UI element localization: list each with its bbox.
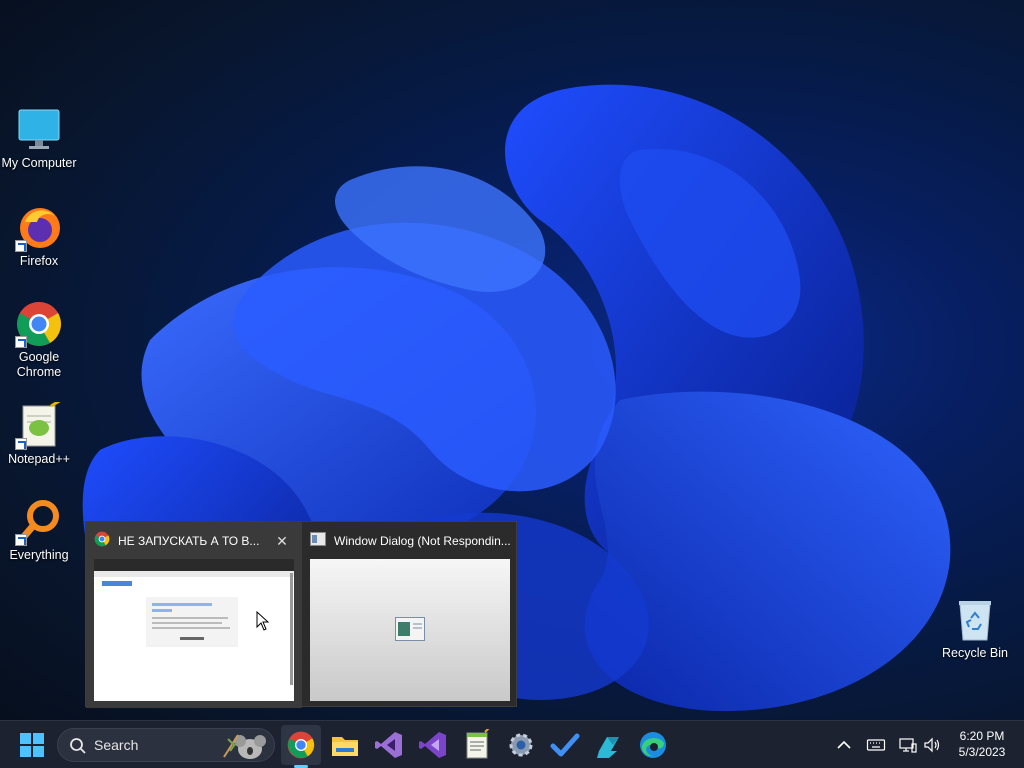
- start-button[interactable]: [16, 729, 48, 761]
- taskbar-app-file-explorer[interactable]: [329, 729, 361, 761]
- desktop-icon-label: My Computer: [1, 156, 77, 170]
- desktop-icon-recycle-bin[interactable]: Recycle Bin: [936, 596, 1014, 661]
- shortcut-arrow-icon: [15, 336, 27, 348]
- thumbnail-dialog-window[interactable]: Window Dialog (Not Respondin...: [302, 522, 518, 708]
- page-card: [146, 597, 238, 647]
- taskbar-app-edge[interactable]: [637, 729, 669, 761]
- windows-logo-icon: [20, 733, 44, 757]
- network-icon: [899, 738, 917, 753]
- taskbar-thumbnail-popup: НЕ ЗАПУСКАТЬ А ТО В... ✕ Window Dialog (…: [85, 521, 518, 708]
- file-explorer-icon: [332, 737, 358, 756]
- taskbar-app-notepad[interactable]: [461, 726, 493, 761]
- settings-gear-icon: [509, 733, 533, 757]
- desktop-icon-firefox[interactable]: Firefox: [0, 204, 78, 269]
- thumbnail-preview-browser: [94, 559, 294, 701]
- window-icon: [310, 531, 326, 552]
- chrome-icon: [15, 300, 63, 348]
- close-icon[interactable]: ✕: [274, 533, 290, 549]
- keyboard-icon: [866, 739, 886, 751]
- shortcut-arrow-icon: [15, 534, 27, 546]
- keyboard-button[interactable]: [866, 735, 886, 755]
- taskbar-app-chrome[interactable]: [285, 729, 317, 761]
- taskbar-app-settings[interactable]: [505, 729, 537, 761]
- desktop-icon-everything[interactable]: Everything: [0, 498, 78, 563]
- taskbar: Search 6:20 PM 5/3/2023: [0, 720, 1024, 768]
- chevron-up-icon: [837, 740, 851, 749]
- azure-devops-icon: [597, 737, 619, 758]
- browser-address-bar: [94, 571, 294, 577]
- edge-icon: [640, 732, 666, 758]
- thumbnail-title: НЕ ЗАПУСКАТЬ А ТО В...: [94, 531, 259, 551]
- desktop-icon-my-computer[interactable]: My Computer: [0, 106, 78, 171]
- window-icon: [395, 617, 425, 641]
- visual-studio-icon: [419, 732, 446, 758]
- thumbnail-chrome-window[interactable]: НЕ ЗАПУСКАТЬ А ТО В... ✕: [86, 522, 302, 708]
- notepad-plus-plus-icon: [15, 398, 63, 450]
- desktop-icon-label: Google Chrome: [16, 350, 62, 379]
- thumbnail-preview-dialog: [310, 559, 510, 701]
- clock-date: 5/3/2023: [958, 745, 1006, 759]
- desktop-icon-label: Firefox: [19, 254, 59, 268]
- taskbar-search-box[interactable]: Search: [57, 728, 275, 762]
- chrome-icon: [287, 731, 315, 759]
- mouse-cursor-icon: [256, 611, 270, 631]
- chrome-icon: [94, 531, 110, 553]
- desktop-icon-label: Notepad++: [8, 452, 70, 466]
- thumbnail-title: Window Dialog (Not Respondin...: [310, 531, 511, 551]
- shortcut-arrow-icon: [15, 438, 27, 450]
- browser-tab-strip: [94, 559, 294, 571]
- visual-studio-code-purple-icon: [375, 732, 402, 758]
- taskbar-app-vs-code[interactable]: [373, 729, 405, 761]
- volume-button[interactable]: [922, 735, 942, 755]
- search-icon: [70, 738, 86, 754]
- recycle-bin-icon: [951, 596, 999, 644]
- taskbar-app-visual-studio[interactable]: [417, 729, 449, 761]
- network-button[interactable]: [898, 735, 918, 755]
- desktop-icon-label: Everything: [9, 548, 69, 562]
- todo-check-icon: [550, 733, 580, 757]
- desktop-icon-label: Recycle Bin: [942, 646, 1008, 660]
- taskbar-app-todo[interactable]: [549, 729, 581, 761]
- search-highlight-koala-icon: [223, 734, 266, 759]
- show-hidden-icons-button[interactable]: [834, 735, 854, 755]
- desktop-icon-google-chrome[interactable]: Google Chrome: [0, 300, 78, 380]
- notepad-icon: [466, 726, 491, 759]
- firefox-icon: [15, 204, 63, 252]
- site-logo: [102, 581, 132, 586]
- desktop-icon-notepad-plus-plus[interactable]: Notepad++: [0, 398, 78, 467]
- monitor-icon: [15, 106, 63, 154]
- taskbar-clock[interactable]: 6:20 PM 5/3/2023: [948, 728, 1016, 760]
- shortcut-arrow-icon: [15, 240, 27, 252]
- volume-icon: [924, 737, 940, 753]
- clock-time: 6:20 PM: [959, 729, 1005, 743]
- everything-search-icon: [15, 498, 63, 546]
- taskbar-app-azure[interactable]: [593, 729, 625, 761]
- scrollbar: [290, 573, 293, 685]
